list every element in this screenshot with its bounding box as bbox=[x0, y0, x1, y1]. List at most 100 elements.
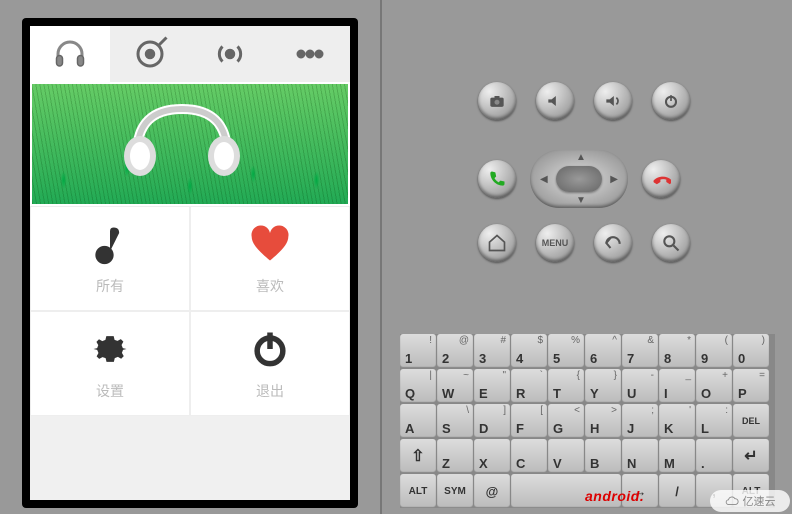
camera-button[interactable] bbox=[478, 82, 516, 120]
key-x[interactable]: X bbox=[474, 439, 510, 473]
key-7[interactable]: 7& bbox=[622, 334, 658, 368]
headphones-hero-icon bbox=[112, 94, 252, 184]
key-g[interactable]: G< bbox=[548, 404, 584, 438]
key-↵[interactable]: ↵ bbox=[733, 439, 769, 473]
tab-radio[interactable] bbox=[190, 26, 270, 82]
keyboard-row-1: 1!2@3#4$5%6^7&8*9(0) bbox=[400, 334, 775, 368]
volume-down-button[interactable] bbox=[536, 82, 574, 120]
watermark: 亿速云 bbox=[710, 490, 790, 512]
hangup-button[interactable] bbox=[642, 160, 680, 198]
radio-icon bbox=[212, 36, 248, 72]
tab-more[interactable] bbox=[270, 26, 350, 82]
dpad-right[interactable]: ▶ bbox=[610, 174, 618, 185]
key-slash[interactable]: / bbox=[659, 474, 695, 508]
key-o[interactable]: O+ bbox=[696, 369, 732, 403]
key-alt-l[interactable]: ALT bbox=[400, 474, 436, 508]
keyboard-row-4: ⇧ZXCVBNM.↵ bbox=[400, 439, 775, 473]
call-button[interactable] bbox=[478, 160, 516, 198]
volume-up-icon bbox=[603, 91, 623, 111]
key-9[interactable]: 9( bbox=[696, 334, 732, 368]
camera-icon bbox=[487, 91, 507, 111]
key-h[interactable]: H> bbox=[585, 404, 621, 438]
power-button[interactable] bbox=[652, 82, 690, 120]
hw-row-mid: ▲ ▼ ◀ ▶ bbox=[478, 150, 680, 208]
home-icon bbox=[487, 233, 507, 253]
power-hw-icon bbox=[661, 91, 681, 111]
dpad-center[interactable] bbox=[556, 166, 602, 192]
grid-favorite[interactable]: 喜欢 bbox=[190, 206, 350, 311]
panel-separator bbox=[380, 0, 382, 514]
dpad-up[interactable]: ▲ bbox=[576, 152, 586, 163]
tab-bar bbox=[30, 26, 350, 82]
volume-up-button[interactable] bbox=[594, 82, 632, 120]
dpad-down[interactable]: ▼ bbox=[576, 195, 586, 206]
android-brand: android. bbox=[585, 488, 644, 504]
key-u[interactable]: U- bbox=[622, 369, 658, 403]
key-y[interactable]: Y} bbox=[585, 369, 621, 403]
gear-icon bbox=[88, 327, 132, 371]
search-button[interactable] bbox=[652, 224, 690, 262]
keyboard-row-3: AS\D]F[G<H>J;K'L:DEL bbox=[400, 404, 775, 438]
key-3[interactable]: 3# bbox=[474, 334, 510, 368]
key-0[interactable]: 0) bbox=[733, 334, 769, 368]
key-r[interactable]: R` bbox=[511, 369, 547, 403]
hero-image bbox=[30, 82, 350, 206]
key-n[interactable]: N bbox=[622, 439, 658, 473]
key-m[interactable]: M bbox=[659, 439, 695, 473]
back-button[interactable] bbox=[594, 224, 632, 262]
grid-settings[interactable]: 设置 bbox=[30, 311, 190, 416]
power-icon bbox=[248, 327, 292, 371]
key-z[interactable]: Z bbox=[437, 439, 473, 473]
home-button[interactable] bbox=[478, 224, 516, 262]
key-8[interactable]: 8* bbox=[659, 334, 695, 368]
back-icon bbox=[603, 233, 623, 253]
key-4[interactable]: 4$ bbox=[511, 334, 547, 368]
grid-settings-label: 设置 bbox=[96, 381, 124, 401]
key-6[interactable]: 6^ bbox=[585, 334, 621, 368]
grid-all-label: 所有 bbox=[96, 276, 124, 296]
key-l[interactable]: L: bbox=[696, 404, 732, 438]
key-a[interactable]: A bbox=[400, 404, 436, 438]
key-c[interactable]: C bbox=[511, 439, 547, 473]
key-e[interactable]: E" bbox=[474, 369, 510, 403]
key-.[interactable]: . bbox=[696, 439, 732, 473]
key-s[interactable]: S\ bbox=[437, 404, 473, 438]
key-at[interactable]: @ bbox=[474, 474, 510, 508]
key-k[interactable]: K' bbox=[659, 404, 695, 438]
phone-screen: 所有 喜欢 设置 退出 bbox=[30, 26, 350, 500]
key-i[interactable]: I_ bbox=[659, 369, 695, 403]
search-icon bbox=[661, 233, 681, 253]
hw-row-bot: MENU bbox=[478, 224, 690, 262]
grid-exit[interactable]: 退出 bbox=[190, 311, 350, 416]
grid-favorite-label: 喜欢 bbox=[256, 276, 284, 296]
key-q[interactable]: Q| bbox=[400, 369, 436, 403]
dpad: ▲ ▼ ◀ ▶ bbox=[530, 150, 628, 208]
key-p[interactable]: P= bbox=[733, 369, 769, 403]
key-j[interactable]: J; bbox=[622, 404, 658, 438]
key-2[interactable]: 2@ bbox=[437, 334, 473, 368]
key-sym[interactable]: SYM bbox=[437, 474, 473, 508]
key-del[interactable]: DEL bbox=[733, 404, 769, 438]
dpad-left[interactable]: ◀ bbox=[540, 174, 548, 185]
key-d[interactable]: D] bbox=[474, 404, 510, 438]
key-1[interactable]: 1! bbox=[400, 334, 436, 368]
key-5[interactable]: 5% bbox=[548, 334, 584, 368]
key-⇧[interactable]: ⇧ bbox=[400, 439, 436, 473]
key-f[interactable]: F[ bbox=[511, 404, 547, 438]
grid-exit-label: 退出 bbox=[256, 381, 284, 401]
tab-headphones[interactable] bbox=[30, 26, 110, 82]
key-w[interactable]: W~ bbox=[437, 369, 473, 403]
phone-frame: 所有 喜欢 设置 退出 bbox=[22, 18, 358, 508]
watermark-label: 亿速云 bbox=[743, 493, 776, 509]
more-icon bbox=[292, 36, 328, 72]
key-v[interactable]: V bbox=[548, 439, 584, 473]
key-b[interactable]: B bbox=[585, 439, 621, 473]
target-icon bbox=[132, 36, 168, 72]
tab-target[interactable] bbox=[110, 26, 190, 82]
grid-all[interactable]: 所有 bbox=[30, 206, 190, 311]
music-note-icon bbox=[88, 222, 132, 266]
heart-icon bbox=[248, 222, 292, 266]
menu-button[interactable]: MENU bbox=[536, 224, 574, 262]
call-icon bbox=[487, 169, 507, 189]
key-t[interactable]: T{ bbox=[548, 369, 584, 403]
